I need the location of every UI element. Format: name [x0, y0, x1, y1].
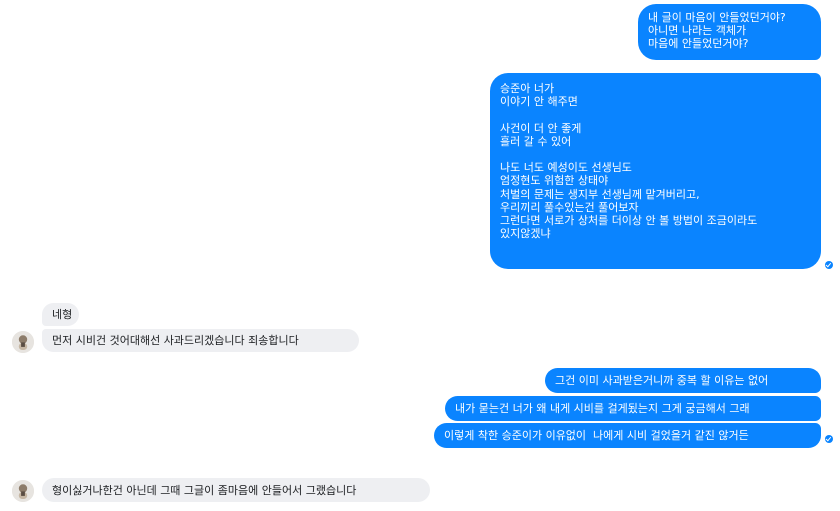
sent-message[interactable]: 승준아 너가 이야기 안 해주면 사건이 더 안 좋게 흘러 갈 수 있어 나도… [490, 73, 821, 269]
seen-check-icon [825, 261, 833, 269]
received-message[interactable]: 먼저 시비건 것어대해선 사과드리겠습니다 죄송합니다 [42, 329, 359, 352]
received-message[interactable]: 네형 [42, 303, 79, 326]
received-message[interactable]: 형이싫거나한건 아닌데 그때 그글이 좀마음에 안들어서 그랬습니다 [42, 478, 430, 502]
sent-message[interactable]: 그건 이미 사과받은거니까 중복 할 이유는 없어 [545, 368, 821, 393]
avatar-image [12, 480, 34, 502]
seen-check-icon [825, 435, 833, 443]
sent-message[interactable]: 내 글이 마음이 안들었던거야? 아니면 나라는 객체가 마음에 안들었던거야? [638, 4, 821, 60]
sent-message[interactable]: 내가 묻는건 너가 왜 내게 시비를 걸게됬는지 그게 궁금해서 그래 [445, 396, 821, 421]
contact-avatar[interactable] [12, 331, 34, 353]
sent-message[interactable]: 이렇게 착한 승준이가 이유없이 나에게 시비 걸었을거 같진 않거든 [434, 423, 821, 448]
contact-avatar[interactable] [12, 480, 34, 502]
avatar-image [12, 331, 34, 353]
chat-thread: 내 글이 마음이 안들었던거야? 아니면 나라는 객체가 마음에 안들었던거야?… [0, 0, 840, 511]
